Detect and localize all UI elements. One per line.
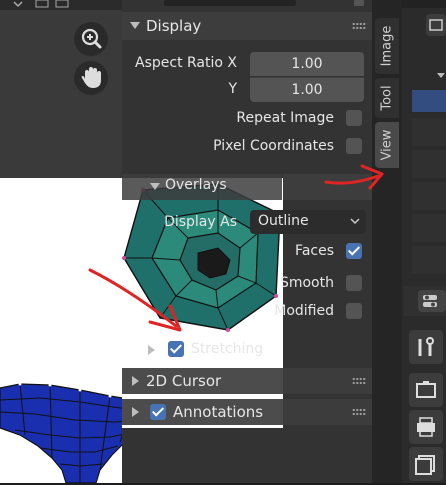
expand-arrow-icon[interactable] bbox=[148, 345, 155, 355]
smooth-checkbox[interactable] bbox=[346, 275, 362, 291]
outliner-row[interactable] bbox=[412, 150, 446, 178]
display-as-dropdown[interactable]: Outline bbox=[250, 210, 366, 234]
output-properties-tab[interactable] bbox=[409, 410, 443, 444]
collapse-arrow-icon bbox=[130, 22, 140, 29]
printer-icon bbox=[417, 417, 435, 437]
tab-image-label: Image bbox=[379, 25, 395, 67]
pixel-coordinates-checkbox[interactable] bbox=[346, 138, 362, 154]
display-as-value: Outline bbox=[258, 213, 309, 229]
tab-tool-label: Tool bbox=[379, 85, 395, 111]
header-fragment bbox=[164, 0, 364, 6]
outliner-row[interactable] bbox=[412, 182, 446, 210]
wrench-screwdriver-icon bbox=[418, 337, 434, 356]
annotations-title: Annotations bbox=[173, 403, 264, 421]
properties-header bbox=[404, 286, 446, 316]
camera-back-icon bbox=[416, 381, 436, 398]
outliner-selected-row[interactable] bbox=[412, 90, 446, 112]
right-header-fragment bbox=[402, 0, 446, 8]
display-as-label: Display As bbox=[164, 214, 237, 230]
stretching-checkbox[interactable] bbox=[168, 341, 184, 357]
header-toolbar-fragment bbox=[0, 0, 122, 10]
annotations-checkbox[interactable] bbox=[150, 404, 166, 420]
tool-properties-tab[interactable] bbox=[409, 330, 443, 364]
faces-checkbox[interactable] bbox=[346, 243, 362, 259]
tab-tool[interactable]: Tool bbox=[375, 78, 399, 118]
render-properties-tab[interactable] bbox=[409, 373, 443, 407]
modified-checkbox[interactable] bbox=[346, 303, 362, 319]
pixel-coordinates-label: Pixel Coordinates bbox=[213, 138, 334, 154]
aspect-ratio-x-label: Aspect Ratio X bbox=[135, 55, 237, 71]
outliner-row[interactable] bbox=[412, 246, 446, 274]
hand-icon bbox=[81, 67, 101, 88]
tab-view[interactable]: View bbox=[375, 122, 399, 168]
properties-editor-button[interactable] bbox=[418, 290, 446, 312]
stretching-label: Stretching bbox=[191, 341, 264, 357]
overlays-title: Overlays bbox=[165, 177, 227, 193]
pan-button[interactable] bbox=[74, 61, 108, 95]
modified-label: Modified bbox=[274, 303, 334, 319]
tab-view-label: View bbox=[379, 129, 395, 161]
uv-mesh-teal bbox=[122, 183, 282, 332]
expand-arrow-icon bbox=[132, 376, 139, 386]
chevron-down-icon bbox=[350, 218, 360, 225]
zoom-button[interactable] bbox=[74, 22, 108, 56]
2d-cursor-title: 2D Cursor bbox=[146, 372, 222, 390]
drag-grip-icon[interactable] bbox=[352, 408, 366, 416]
collapse-arrow-icon bbox=[150, 183, 160, 190]
expand-arrow-icon bbox=[132, 407, 139, 417]
aspect-ratio-y-label: Y bbox=[228, 81, 237, 97]
editor-type-button[interactable] bbox=[426, 14, 446, 36]
tab-image[interactable]: Image bbox=[375, 18, 399, 74]
repeat-image-label: Repeat Image bbox=[236, 110, 334, 126]
aspect-ratio-y-field[interactable]: 1.00 bbox=[250, 77, 364, 102]
display-panel-header[interactable]: Display bbox=[122, 12, 372, 40]
overlays-header-extension bbox=[283, 174, 372, 200]
annotations-header[interactable]: Annotations bbox=[122, 399, 372, 425]
drag-grip-icon[interactable] bbox=[352, 22, 366, 30]
zoom-icon bbox=[81, 28, 102, 49]
view-layer-properties-tab[interactable] bbox=[409, 447, 443, 481]
overlays-header[interactable]: Overlays bbox=[122, 174, 282, 200]
repeat-image-checkbox[interactable] bbox=[346, 110, 362, 126]
editor-icon bbox=[429, 19, 443, 31]
drag-grip-icon[interactable] bbox=[352, 377, 366, 385]
image-stack-icon bbox=[415, 455, 435, 475]
outliner-arrow-icon bbox=[437, 73, 445, 78]
smooth-label: Smooth bbox=[279, 275, 334, 291]
faces-label: Faces bbox=[295, 243, 334, 259]
properties-icon bbox=[423, 295, 437, 307]
outliner-row[interactable] bbox=[412, 214, 446, 242]
display-panel-title: Display bbox=[146, 17, 202, 35]
outliner-row[interactable] bbox=[412, 118, 446, 146]
aspect-ratio-x-field[interactable]: 1.00 bbox=[250, 52, 364, 76]
2d-cursor-header[interactable]: 2D Cursor bbox=[122, 368, 372, 394]
